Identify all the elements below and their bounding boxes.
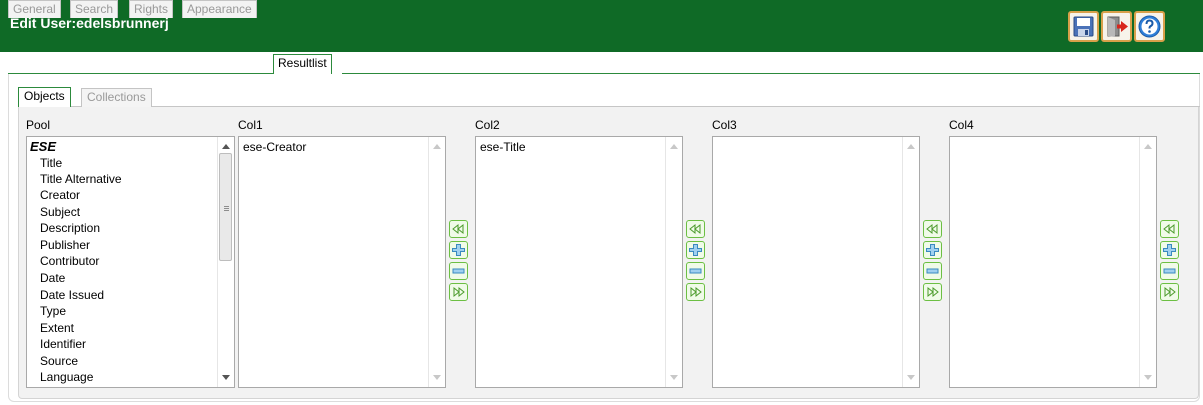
help-icon	[1138, 15, 1161, 38]
save-icon	[1073, 16, 1094, 37]
tab-rights[interactable]: Rights	[129, 0, 174, 18]
pool-item[interactable]: Identifier	[40, 336, 86, 352]
col2-scrollbar[interactable]	[665, 137, 682, 387]
subtab-divider	[18, 106, 1200, 107]
col2-header: Col2	[475, 118, 500, 132]
tab-divider	[8, 73, 273, 74]
pool-item[interactable]: Title	[40, 155, 62, 171]
col4-move-left-button[interactable]	[1160, 220, 1179, 238]
col4-add-button[interactable]	[1160, 241, 1179, 259]
subtab-objects[interactable]: Objects	[18, 87, 71, 107]
col1-scrollbar[interactable]	[428, 137, 445, 387]
pool-item[interactable]: Language	[40, 369, 93, 385]
col3-remove-button[interactable]	[923, 262, 942, 280]
col2-add-button[interactable]	[686, 241, 705, 259]
pool-list[interactable]: ESE Title Title Alternative Creator Subj…	[26, 136, 235, 388]
scroll-up-arrow[interactable]	[222, 144, 230, 149]
remove-icon	[689, 268, 702, 274]
col3-header: Col3	[712, 118, 737, 132]
remove-icon	[452, 268, 465, 274]
add-icon	[926, 244, 939, 256]
col3-add-button[interactable]	[923, 241, 942, 259]
pool-item[interactable]: Date	[40, 270, 65, 286]
scroll-thumb[interactable]	[219, 153, 232, 261]
add-icon	[1163, 244, 1176, 256]
scroll-down-arrow[interactable]	[222, 375, 230, 380]
subtab-collections[interactable]: Collections	[81, 88, 152, 107]
move-right-icon	[453, 286, 465, 298]
title-bar: Edit User:edelsbrunnerj	[0, 0, 1203, 52]
pool-item[interactable]: Title Alternative	[40, 171, 122, 187]
exit-icon	[1107, 16, 1128, 37]
move-right-icon	[1164, 286, 1176, 298]
pool-item[interactable]: Contributor	[40, 253, 99, 269]
remove-icon	[926, 268, 939, 274]
col1-add-button[interactable]	[449, 241, 468, 259]
pool-group-ese[interactable]: ESE	[30, 139, 56, 154]
help-button[interactable]	[1134, 11, 1165, 42]
col1-remove-button[interactable]	[449, 262, 468, 280]
col4-scrollbar[interactable]	[1139, 137, 1156, 387]
pool-scrollbar[interactable]	[217, 137, 234, 387]
move-right-icon	[690, 286, 702, 298]
col3-scrollbar[interactable]	[902, 137, 919, 387]
save-button[interactable]	[1068, 11, 1099, 42]
col1-move-right-button[interactable]	[449, 283, 468, 301]
col4-list[interactable]	[949, 136, 1157, 388]
tab-general[interactable]: General	[8, 0, 61, 18]
move-left-icon	[452, 223, 464, 235]
col3-move-right-button[interactable]	[923, 283, 942, 301]
col4-remove-button[interactable]	[1160, 262, 1179, 280]
col1-item[interactable]: ese-Creator	[243, 140, 306, 154]
pool-item[interactable]: Description	[40, 220, 100, 236]
tab-resultlist[interactable]: Resultlist	[273, 54, 332, 74]
col4-header: Col4	[949, 118, 974, 132]
tab-search[interactable]: Search	[70, 0, 119, 18]
pool-item[interactable]: Type	[40, 303, 66, 319]
move-right-icon	[927, 286, 939, 298]
pool-item[interactable]: Publisher	[40, 237, 90, 253]
move-left-icon	[689, 223, 701, 235]
col2-move-right-button[interactable]	[686, 283, 705, 301]
pool-item[interactable]: Source	[40, 353, 78, 369]
add-icon	[452, 244, 465, 256]
pool-item[interactable]: Creator	[40, 187, 80, 203]
pool-item[interactable]: Date Issued	[40, 287, 104, 303]
col1-header: Col1	[238, 118, 263, 132]
col1-list[interactable]: ese-Creator	[238, 136, 446, 388]
pool-item[interactable]: Extent	[40, 320, 74, 336]
col4-move-right-button[interactable]	[1160, 283, 1179, 301]
move-left-icon	[1163, 223, 1175, 235]
col2-item[interactable]: ese-Title	[480, 140, 526, 154]
tab-appearance[interactable]: Appearance	[182, 0, 257, 18]
move-left-icon	[926, 223, 938, 235]
col1-move-left-button[interactable]	[449, 220, 468, 238]
tab-divider	[342, 73, 1200, 74]
exit-button[interactable]	[1101, 11, 1132, 42]
add-icon	[689, 244, 702, 256]
col2-list[interactable]: ese-Title	[475, 136, 683, 388]
pool-item[interactable]: Subject	[40, 204, 80, 220]
col2-move-left-button[interactable]	[686, 220, 705, 238]
remove-icon	[1163, 268, 1176, 274]
col2-remove-button[interactable]	[686, 262, 705, 280]
pool-header: Pool	[26, 118, 51, 132]
col3-move-left-button[interactable]	[923, 220, 942, 238]
col3-list[interactable]	[712, 136, 920, 388]
